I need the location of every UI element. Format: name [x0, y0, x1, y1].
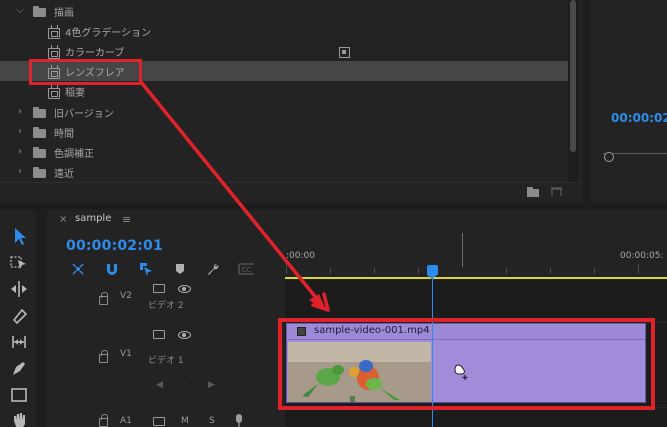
drag-arrow-annotation	[139, 80, 330, 312]
